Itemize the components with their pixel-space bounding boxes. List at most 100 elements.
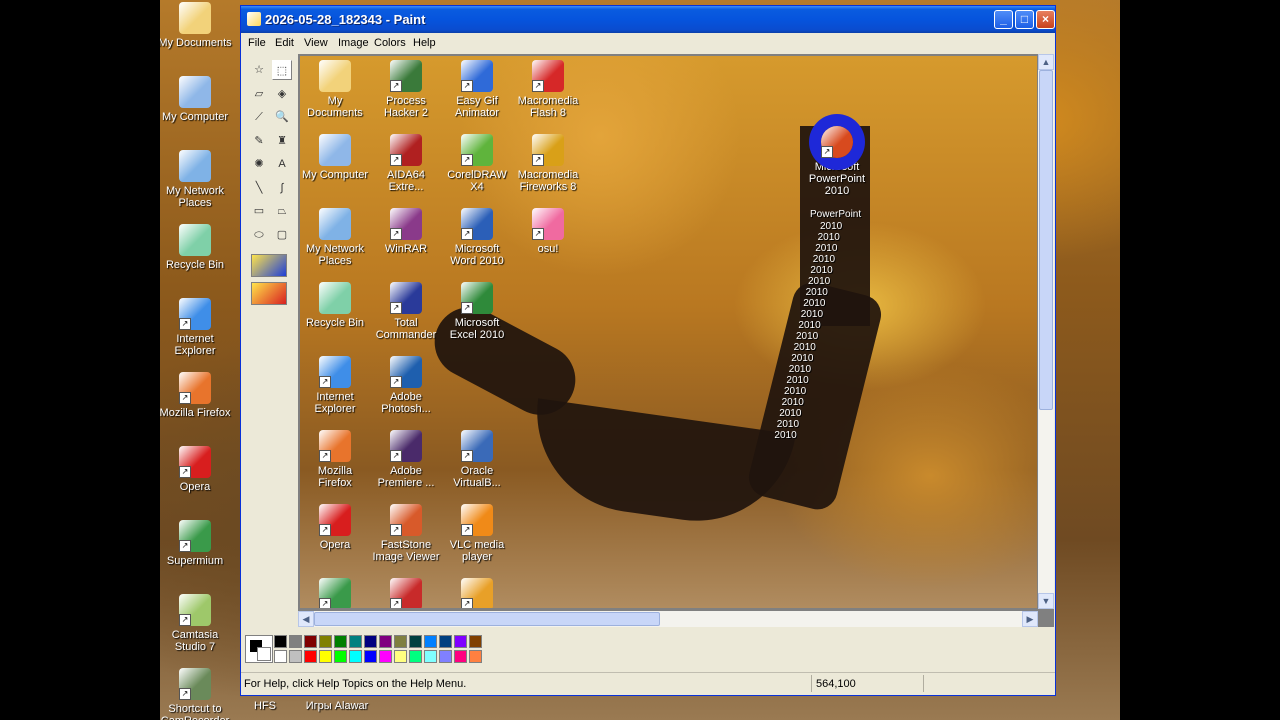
color-swatch[interactable] (394, 650, 407, 663)
magnifier-tool[interactable]: 🔍 (272, 107, 292, 127)
color-swatch[interactable] (379, 650, 392, 663)
scroll-right-arrow-icon[interactable]: ▶ (1022, 611, 1038, 627)
icon-coreldraw-x4[interactable]: ↗ CorelDRAW X4 (442, 134, 512, 193)
minimize-button[interactable]: _ (994, 10, 1013, 29)
color-swatch[interactable] (319, 650, 332, 663)
color-swatch[interactable] (424, 635, 437, 648)
color-swatch[interactable] (379, 635, 392, 648)
color-swatch[interactable] (454, 650, 467, 663)
brush-tool[interactable]: ♜ (272, 131, 292, 151)
icon-oracle-virtualb[interactable]: ↗ Oracle VirtualB... (442, 430, 512, 489)
color-swatch[interactable] (304, 650, 317, 663)
color-swatch[interactable] (349, 635, 362, 648)
scroll-left-arrow-icon[interactable]: ◀ (298, 611, 314, 627)
color-swatch[interactable] (274, 635, 287, 648)
rectangle-tool[interactable]: ▭ (249, 201, 269, 221)
icon-macromedia-flash-8[interactable]: ↗ Macromedia Flash 8 (513, 60, 583, 119)
airbrush-tool[interactable]: ✺ (249, 154, 269, 174)
icon-recycle-bin[interactable]: Recycle Bin (300, 282, 370, 329)
opaque-selection-option[interactable] (251, 282, 287, 305)
paint-app-icon[interactable] (247, 12, 261, 26)
vertical-scroll-thumb[interactable] (1039, 70, 1053, 410)
color-swatch[interactable] (274, 650, 287, 663)
menu-colors[interactable]: Colors (374, 37, 406, 49)
icon-faststone-image-viewer[interactable]: ↗ FastStone Image Viewer (371, 504, 441, 563)
icon-my-network-places[interactable]: My Network Places (160, 150, 232, 209)
icon-blank[interactable]: ↗ (371, 578, 441, 608)
drawing-canvas[interactable]: My Documents ↗ Process Hacker 2 ↗ Easy Gif A… (300, 56, 1037, 608)
free-form-select-tool[interactable]: ☆ (249, 60, 269, 80)
menu-help[interactable]: Help (413, 37, 436, 49)
menu-file[interactable]: File (248, 37, 266, 49)
color-swatch[interactable] (289, 650, 302, 663)
select-tool[interactable]: ⬚ (272, 60, 292, 80)
line-tool[interactable]: ╲ (249, 178, 269, 198)
icon-mozilla-firefox[interactable]: ↗ Mozilla Firefox (160, 372, 232, 419)
color-swatch[interactable] (334, 650, 347, 663)
icon-adobe-photosh[interactable]: ↗ Adobe Photosh... (371, 356, 441, 415)
pick-color-tool[interactable]: ⟋ (249, 107, 269, 127)
scroll-up-arrow-icon[interactable]: ▲ (1038, 54, 1054, 70)
icon-recycle-bin[interactable]: Recycle Bin (160, 224, 232, 271)
icon-my-network-places[interactable]: My Network Places (300, 208, 370, 267)
pencil-tool[interactable]: ✎ (249, 131, 269, 151)
close-button[interactable]: × (1036, 10, 1055, 29)
color-swatch[interactable] (319, 635, 332, 648)
color-swatch[interactable] (454, 635, 467, 648)
icon-vlc-media-player[interactable]: ↗ VLC media player (442, 504, 512, 563)
menu-image[interactable]: Image (338, 37, 369, 49)
icon-adobe-premiere[interactable]: ↗ Adobe Premiere ... (371, 430, 441, 489)
curve-tool[interactable]: ∫ (272, 178, 292, 198)
color-swatch[interactable] (409, 650, 422, 663)
icon-my-documents[interactable]: My Documents (300, 60, 370, 119)
icon-blank[interactable]: ↗ (300, 578, 370, 608)
eraser-tool[interactable]: ▱ (249, 84, 269, 104)
icon-macromedia-fireworks-8[interactable]: ↗ Macromedia Fireworks 8 (513, 134, 583, 193)
scroll-down-arrow-icon[interactable]: ▼ (1038, 593, 1054, 609)
icon-camtasia-studio-7[interactable]: ↗ Camtasia Studio 7 (160, 594, 232, 653)
icon-microsoft-excel-2010[interactable]: ↗ Microsoft Excel 2010 (442, 282, 512, 341)
rounded-rectangle-tool[interactable]: ▢ (272, 225, 292, 245)
icon-internet-explorer[interactable]: ↗ Internet Explorer (300, 356, 370, 415)
ellipse-tool[interactable]: ⬭ (249, 225, 269, 245)
icon-supermium[interactable]: ↗ Supermium (160, 520, 232, 567)
icon-opera[interactable]: ↗ Opera (300, 504, 370, 551)
icon-microsoft-powerpoint-2010[interactable]: ↗ Microsoft PowerPoint 2010 (802, 126, 872, 197)
color-swatch[interactable] (304, 635, 317, 648)
icon-internet-explorer[interactable]: ↗ Internet Explorer (160, 298, 232, 357)
icon-aida64-extre[interactable]: ↗ AIDA64 Extre... (371, 134, 441, 193)
desktop-label-alawar[interactable]: Игры Alawar (300, 700, 374, 712)
polygon-tool[interactable]: ⏢ (272, 201, 292, 221)
menu-edit[interactable]: Edit (275, 37, 294, 49)
fill-with-color-tool[interactable]: ◈ (272, 84, 292, 104)
icon-shortcut-to-camrecorder[interactable]: ↗ Shortcut to CamRecorder (160, 668, 232, 720)
color-swatch[interactable] (469, 650, 482, 663)
color-swatch[interactable] (439, 635, 452, 648)
desktop-label-hfs[interactable]: HFS (228, 700, 302, 712)
transparent-selection-option[interactable] (251, 254, 287, 277)
color-swatch[interactable] (334, 635, 347, 648)
color-swatch[interactable] (349, 650, 362, 663)
horizontal-scroll-thumb[interactable] (314, 612, 660, 626)
color-swatch[interactable] (469, 635, 482, 648)
color-swatch[interactable] (409, 635, 422, 648)
text-tool[interactable]: A (272, 154, 292, 174)
icon-microsoft-word-2010[interactable]: ↗ Microsoft Word 2010 (442, 208, 512, 267)
icon-winrar[interactable]: ↗ WinRAR (371, 208, 441, 255)
icon-process-hacker-2[interactable]: ↗ Process Hacker 2 (371, 60, 441, 119)
color-swatch[interactable] (364, 650, 377, 663)
icon-blank[interactable]: ↗ (442, 578, 512, 608)
color-swatch[interactable] (394, 635, 407, 648)
icon-osu[interactable]: ↗ osu! (513, 208, 583, 255)
icon-my-documents[interactable]: My Documents (160, 2, 232, 49)
color-swatch[interactable] (439, 650, 452, 663)
horizontal-scrollbar[interactable]: ◀ ▶ (298, 611, 1038, 627)
icon-opera[interactable]: ↗ Opera (160, 446, 232, 493)
menu-view[interactable]: View (304, 37, 328, 49)
icon-mozilla-firefox[interactable]: ↗ Mozilla Firefox (300, 430, 370, 489)
icon-my-computer[interactable]: My Computer (160, 76, 232, 123)
icon-my-computer[interactable]: My Computer (300, 134, 370, 181)
vertical-scrollbar[interactable]: ▲ ▼ (1038, 54, 1054, 609)
icon-total-commander[interactable]: ↗ Total Commander (371, 282, 441, 341)
maximize-button[interactable]: □ (1015, 10, 1034, 29)
